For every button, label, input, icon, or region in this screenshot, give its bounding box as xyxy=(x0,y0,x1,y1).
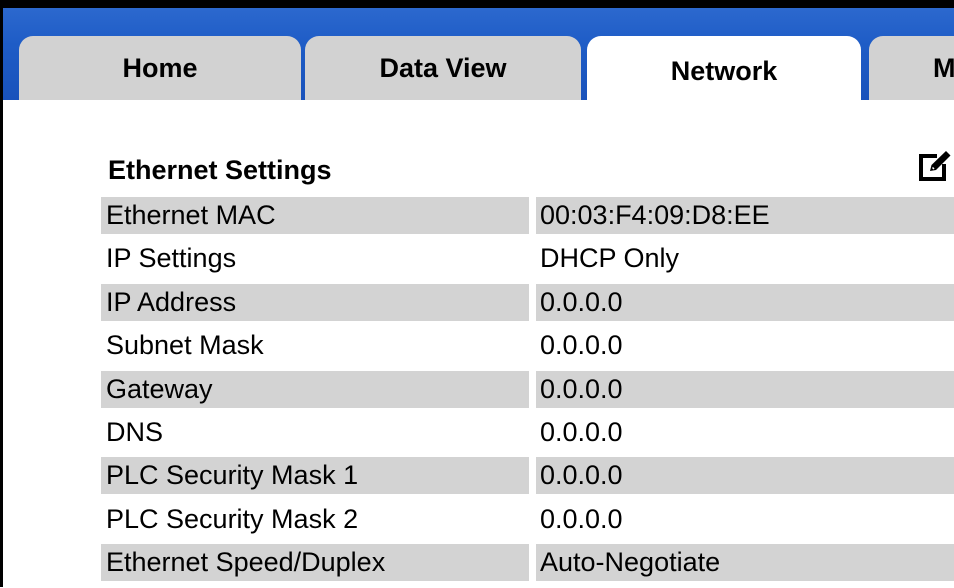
setting-label: IP Address xyxy=(101,283,529,321)
setting-value: 0.0.0.0 xyxy=(540,416,623,447)
tab-home[interactable]: Home xyxy=(19,36,301,100)
tab-data-view[interactable]: Data View xyxy=(305,36,581,100)
setting-label: PLC Security Mask 1 xyxy=(101,457,529,495)
main-content: Ethernet Settings Ethernet MAC 00:03:F4:… xyxy=(3,100,954,587)
tab-bar: Home Data View Network M xyxy=(3,0,954,100)
setting-value: 00:03:F4:09:D8:EE xyxy=(536,197,954,234)
table-row: DNS 0.0.0.0 xyxy=(101,414,954,457)
setting-value: 0.0.0.0 xyxy=(536,370,954,408)
setting-label: DNS xyxy=(106,416,164,447)
setting-label: PLC Security Mask 2 xyxy=(106,503,359,534)
setting-value: DHCP Only xyxy=(540,243,680,274)
table-row: PLC Security Mask 2 0.0.0.0 xyxy=(101,501,954,544)
setting-label: Ethernet MAC xyxy=(101,197,529,234)
setting-label: IP Settings xyxy=(106,243,237,274)
setting-value: 0.0.0.0 xyxy=(536,457,954,495)
setting-value: 0.0.0.0 xyxy=(536,283,954,321)
setting-label: Subnet Mask xyxy=(106,330,264,361)
ethernet-settings-table: Ethernet MAC 00:03:F4:09:D8:EE IP Settin… xyxy=(101,197,954,588)
tab-partial[interactable]: M xyxy=(869,36,954,100)
table-row: IP Settings DHCP Only xyxy=(101,240,954,283)
tab-network[interactable]: Network xyxy=(587,36,861,100)
edit-icon[interactable] xyxy=(915,148,953,186)
table-row: IP Address 0.0.0.0 xyxy=(101,283,954,327)
table-row: PLC Security Mask 1 0.0.0.0 xyxy=(101,457,954,500)
setting-value: 0.0.0.0 xyxy=(540,330,623,361)
table-row: Subnet Mask 0.0.0.0 xyxy=(101,327,954,370)
setting-label: Gateway xyxy=(101,370,529,408)
table-row: Ethernet MAC 00:03:F4:09:D8:EE xyxy=(101,197,954,240)
setting-value: Auto-Negotiate xyxy=(536,544,954,582)
table-row: Ethernet Speed/Duplex Auto-Negotiate xyxy=(101,544,954,587)
setting-label: Ethernet Speed/Duplex xyxy=(101,544,529,582)
setting-value: 0.0.0.0 xyxy=(540,503,623,534)
table-row: Gateway 0.0.0.0 xyxy=(101,370,954,414)
section-title: Ethernet Settings xyxy=(108,155,332,185)
